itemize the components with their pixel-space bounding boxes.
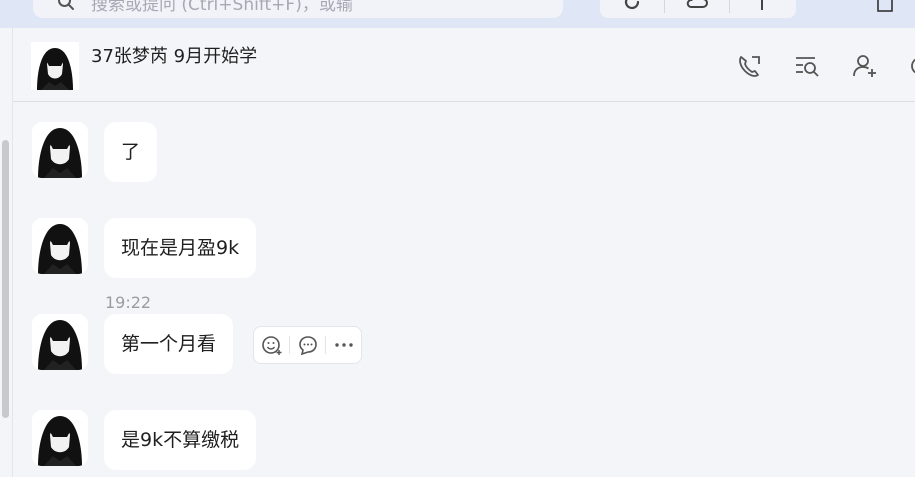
add-reaction-button[interactable] <box>254 327 289 363</box>
message-bubble[interactable]: 了 <box>104 122 158 182</box>
toolbar-buttons <box>600 0 796 18</box>
search-box[interactable]: 搜索或提问 (Ctrl+Shift+F)，或输 <box>33 0 563 18</box>
chat-title: 37张梦芮 9月开始学 <box>91 46 258 67</box>
message-bubble[interactable]: 现在是月盈9k <box>104 218 257 278</box>
message-timestamp: 19:22 <box>105 293 152 312</box>
reply-icon <box>298 336 317 356</box>
refresh-icon <box>624 0 640 10</box>
add-icon <box>761 0 763 10</box>
avatar[interactable] <box>32 122 88 178</box>
search-icon <box>58 0 74 10</box>
add-reaction-icon <box>261 336 281 355</box>
cloud-sync-icon <box>686 0 708 8</box>
search-placeholder: 搜索或提问 (Ctrl+Shift+F)，或输 <box>91 0 353 15</box>
cloud-sync-button[interactable] <box>665 0 729 18</box>
refresh-button[interactable] <box>600 0 664 18</box>
reply-button[interactable] <box>290 327 325 363</box>
avatar[interactable] <box>32 314 88 370</box>
more-icon <box>334 343 353 347</box>
avatar[interactable] <box>32 218 88 274</box>
more-button[interactable] <box>326 327 361 363</box>
add-member-icon[interactable] <box>851 52 879 80</box>
avatar[interactable] <box>32 410 88 466</box>
message-bubble[interactable]: 是9k不算缴税 <box>104 410 257 470</box>
avatar[interactable] <box>31 42 79 90</box>
add-button[interactable] <box>730 0 794 18</box>
maximize-window-icon[interactable] <box>875 0 895 14</box>
scrollbar-thumb[interactable] <box>2 140 9 418</box>
chat-header: 37张梦芮 9月开始学 <box>13 28 915 102</box>
top-toolbar: 搜索或提问 (Ctrl+Shift+F)，或输 <box>0 0 915 28</box>
voice-call-icon[interactable] <box>735 52 763 80</box>
search-history-icon[interactable] <box>793 52 821 80</box>
message-action-bar <box>253 326 362 364</box>
message-bubble[interactable]: 第一个月看 <box>104 314 234 374</box>
settings-icon[interactable] <box>906 52 915 80</box>
